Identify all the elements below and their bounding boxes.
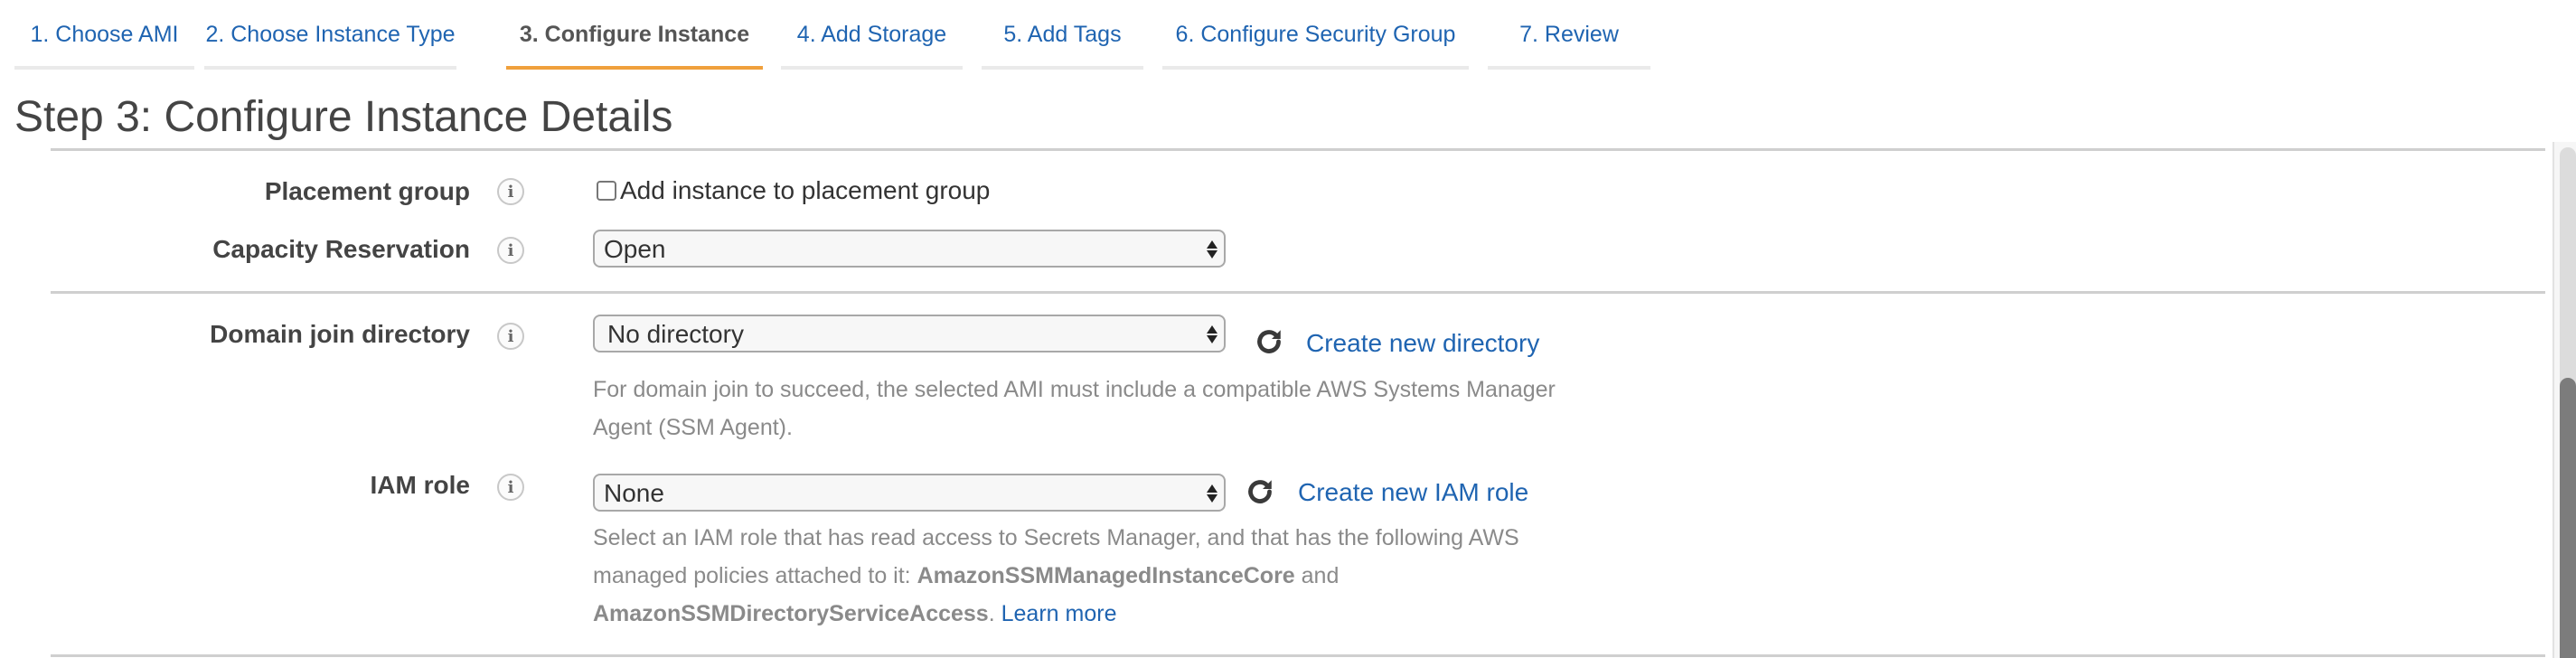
select-value: None xyxy=(604,479,664,507)
tab-review[interactable]: 7. Review xyxy=(1488,0,1650,70)
domain-join-help-text: For domain join to succeed, the selected… xyxy=(593,377,1556,440)
create-new-iam-role-link[interactable]: Create new IAM role xyxy=(1298,478,1528,507)
domain-join-label: Domain join directory xyxy=(210,320,470,348)
section-divider xyxy=(51,291,2545,294)
select-arrows-icon xyxy=(1206,322,1218,347)
scrollbar-thumb[interactable] xyxy=(2560,378,2576,658)
placement-group-label: Placement group xyxy=(264,177,470,205)
policy-name: AmazonSSMManagedInstanceCore xyxy=(917,563,1295,588)
capacity-reservation-select[interactable]: Open xyxy=(593,230,1226,268)
refresh-icon[interactable] xyxy=(1253,325,1285,358)
info-icon[interactable]: i xyxy=(497,474,524,501)
info-icon[interactable]: i xyxy=(497,178,524,205)
create-new-directory-link[interactable]: Create new directory xyxy=(1306,329,1539,358)
tab-configure-security-group[interactable]: 6. Configure Security Group xyxy=(1162,0,1469,70)
placement-group-checkbox[interactable] xyxy=(597,181,616,201)
refresh-icon[interactable] xyxy=(1244,475,1276,508)
capacity-reservation-label: Capacity Reservation xyxy=(212,235,470,263)
info-icon[interactable]: i xyxy=(497,323,524,350)
iam-role-label: IAM role xyxy=(370,471,470,499)
tab-add-tags[interactable]: 5. Add Tags xyxy=(982,0,1143,70)
select-arrows-icon xyxy=(1206,481,1218,506)
tab-label: 4. Add Storage xyxy=(796,21,947,47)
domain-join-select[interactable]: No directory xyxy=(593,315,1226,352)
select-arrows-icon xyxy=(1206,237,1218,262)
help-suffix: . xyxy=(988,601,1001,626)
tab-choose-ami[interactable]: 1. Choose AMI xyxy=(14,0,194,70)
tab-label: 6. Configure Security Group xyxy=(1175,21,1456,47)
tab-label: 3. Configure Instance xyxy=(519,21,750,47)
tab-add-storage[interactable]: 4. Add Storage xyxy=(781,0,963,70)
tab-label: 5. Add Tags xyxy=(1003,21,1122,47)
iam-role-help-text: Select an IAM role that has read access … xyxy=(593,519,1596,633)
section-divider xyxy=(51,654,2545,657)
tab-label: 2. Choose Instance Type xyxy=(205,21,456,47)
select-value: No directory xyxy=(607,320,744,348)
learn-more-link[interactable]: Learn more xyxy=(1001,601,1117,626)
placement-group-checkbox-label[interactable]: Add instance to placement group xyxy=(620,176,990,205)
iam-role-select[interactable]: None xyxy=(593,474,1226,512)
policy-name: AmazonSSMDirectoryServiceAccess xyxy=(593,601,989,626)
tab-choose-instance-type[interactable]: 2. Choose Instance Type xyxy=(204,0,456,70)
tab-configure-instance[interactable]: 3. Configure Instance xyxy=(506,0,763,70)
section-divider xyxy=(51,148,2545,151)
page-title: Step 3: Configure Instance Details xyxy=(14,93,673,141)
wizard-step-tabs: 1. Choose AMI 2. Choose Instance Type 3.… xyxy=(0,0,2576,72)
select-value: Open xyxy=(604,235,666,263)
info-icon[interactable]: i xyxy=(497,237,524,264)
help-and: and xyxy=(1294,563,1340,588)
tab-label: 1. Choose AMI xyxy=(30,21,179,47)
placement-group-checkbox-row: Add instance to placement group xyxy=(597,176,990,205)
tab-label: 7. Review xyxy=(1519,21,1619,47)
